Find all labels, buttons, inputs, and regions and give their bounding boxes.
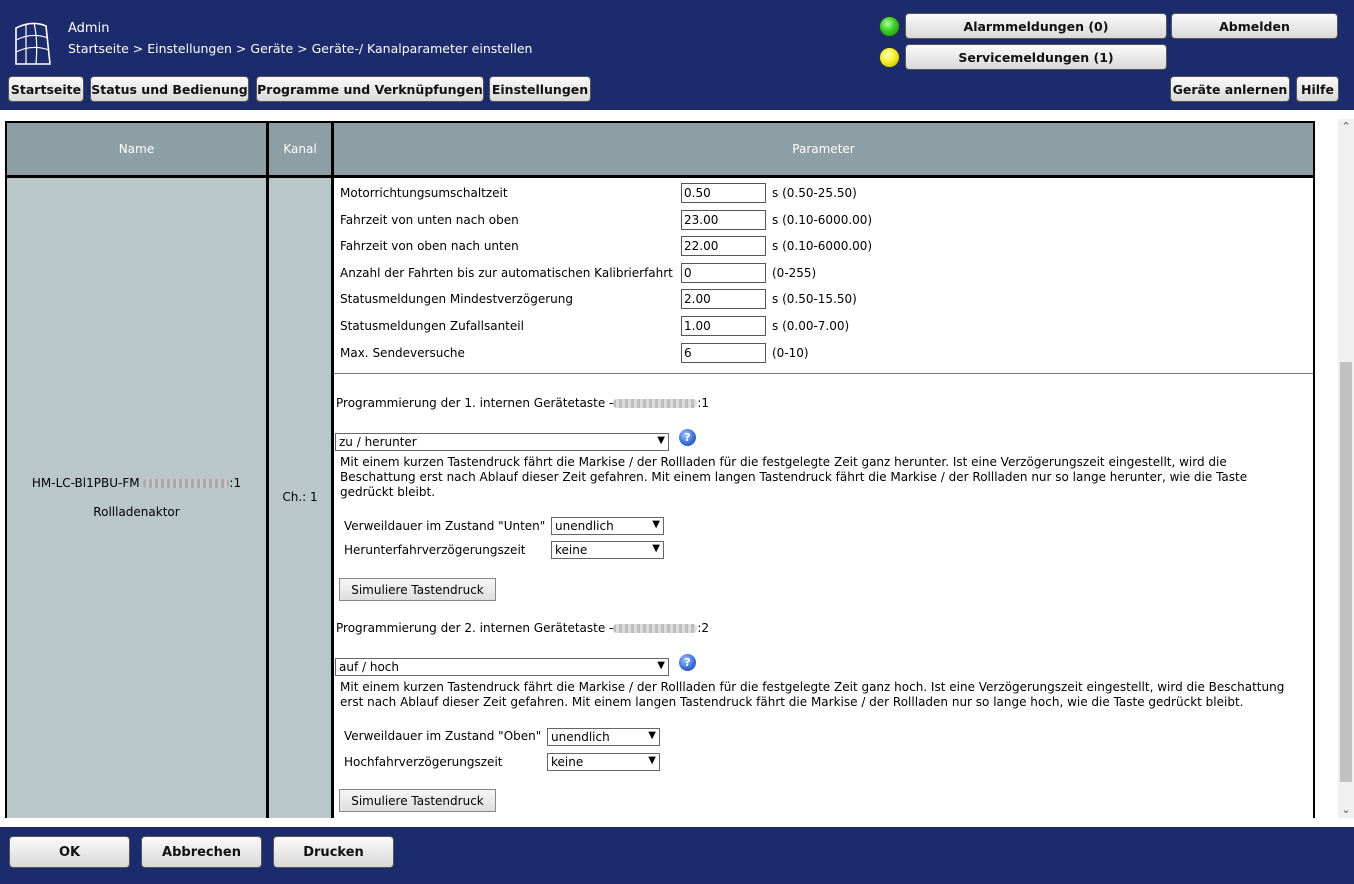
chevron-down-icon: ▼ — [657, 660, 665, 671]
chevron-down-icon: ▼ — [652, 519, 660, 530]
key2-title: Programmierung der 2. internen Gerätetas… — [336, 621, 710, 635]
nav-settings-button[interactable]: Einstellungen — [489, 76, 591, 102]
max-send-attempts-input[interactable] — [681, 343, 766, 363]
param-label: Statusmeldungen Mindestverzögerung — [340, 292, 573, 306]
breadcrumb: Startseite > Einstellungen > Geräte > Ge… — [68, 41, 533, 56]
nav-status-button[interactable]: Status und Bedienung — [90, 76, 249, 102]
header: Admin Startseite > Einstellungen > Gerät… — [0, 0, 1354, 110]
scroll-thumb[interactable] — [1340, 362, 1352, 782]
user-name: Admin — [68, 21, 110, 36]
vertical-scrollbar[interactable]: ⌃ ⌄ — [1338, 119, 1354, 818]
print-button[interactable]: Drucken — [273, 836, 394, 868]
param-unit: s (0.50-15.50) — [772, 292, 857, 306]
header-separator — [0, 110, 1354, 119]
key2-dwell-select[interactable]: unendlich ▼ — [547, 728, 660, 746]
alarm-messages-button[interactable]: Alarmmeldungen (0) — [905, 13, 1167, 39]
key1-simulate-button[interactable]: Simuliere Tastendruck — [339, 578, 496, 601]
chevron-down-icon: ▼ — [652, 543, 660, 554]
scroll-up-icon[interactable]: ⌃ — [1338, 119, 1354, 135]
column-header-channel: Kanal — [269, 123, 331, 175]
key2-mode-select[interactable]: auf / hoch ▼ — [335, 658, 669, 676]
key2-description: Mit einem kurzen Tastendruck fährt die M… — [340, 680, 1285, 709]
nav-home-button[interactable]: Startseite — [8, 76, 84, 102]
device-model: HM-LC-Bl1PBU-FM — [31, 476, 140, 490]
key2-dwell-label: Verweildauer im Zustand "Oben" — [344, 729, 542, 743]
key1-dwell-label: Verweildauer im Zustand "Unten" — [344, 519, 546, 533]
param-label: Motorrichtungsumschaltzeit — [340, 186, 508, 200]
param-unit: s (0.10-6000.00) — [772, 213, 873, 227]
cancel-button[interactable]: Abbrechen — [141, 836, 262, 868]
help-button[interactable]: Hilfe — [1296, 76, 1339, 102]
device-type: Rollladenaktor — [93, 505, 180, 519]
param-unit: (0-10) — [772, 346, 809, 360]
scroll-down-icon[interactable]: ⌄ — [1338, 802, 1354, 818]
travel-time-down-input[interactable] — [681, 236, 766, 256]
param-unit: s (0.00-7.00) — [772, 319, 850, 333]
parameter-table: Name Kanal Parameter HM-LC-Bl1PBU-FM :1 … — [5, 121, 1315, 818]
channel-cell: Ch.: 1 — [269, 178, 331, 818]
help-icon[interactable]: ? — [679, 654, 696, 671]
status-min-delay-input[interactable] — [681, 289, 766, 309]
content-area: Name Kanal Parameter HM-LC-Bl1PBU-FM :1 … — [0, 119, 1338, 818]
key1-title: Programmierung der 1. internen Gerätetas… — [336, 396, 710, 410]
travel-time-up-input[interactable] — [681, 210, 766, 230]
param-unit: (0-255) — [772, 266, 817, 280]
motor-switch-time-input[interactable] — [681, 183, 766, 203]
redacted-serial — [613, 399, 698, 408]
param-label: Anzahl der Fahrten bis zur automatischen… — [340, 266, 673, 280]
service-messages-button[interactable]: Servicemeldungen (1) — [905, 44, 1167, 70]
param-label: Fahrzeit von oben nach unten — [340, 239, 519, 253]
device-name-cell: HM-LC-Bl1PBU-FM :1 Rollladenaktor — [7, 178, 266, 818]
redacted-serial — [143, 479, 230, 488]
chevron-down-icon: ▼ — [648, 730, 656, 741]
key1-dwell-select[interactable]: unendlich ▼ — [551, 517, 664, 535]
key1-delay-select[interactable]: keine ▼ — [551, 541, 664, 559]
param-label: Max. Sendeversuche — [340, 346, 465, 360]
section-divider — [334, 373, 1313, 374]
device-channel-suffix: :1 — [229, 476, 242, 490]
redacted-serial — [613, 624, 698, 633]
calibration-runs-input[interactable] — [681, 263, 766, 283]
status-random-input[interactable] — [681, 316, 766, 336]
key1-mode-select[interactable]: zu / herunter ▼ — [335, 433, 669, 451]
learn-devices-button[interactable]: Geräte anlernen — [1170, 76, 1290, 102]
param-label: Fahrzeit von unten nach oben — [340, 213, 519, 227]
footer: OK Abbrechen Drucken — [0, 827, 1354, 884]
help-icon[interactable]: ? — [679, 429, 696, 446]
param-unit: s (0.50-25.50) — [772, 186, 857, 200]
logo-icon — [15, 22, 51, 65]
key2-delay-select[interactable]: keine ▼ — [547, 753, 660, 771]
channel-value: Ch.: 1 — [282, 490, 318, 504]
device-name: HM-LC-Bl1PBU-FM :1 — [7, 476, 266, 490]
param-label: Statusmeldungen Zufallsanteil — [340, 319, 524, 333]
service-status-led-icon — [879, 47, 900, 68]
key1-delay-label: Herunterfahrverzögerungszeit — [344, 543, 526, 557]
footer-separator — [0, 818, 1354, 827]
parameter-cell: Motorrichtungsumschaltzeit s (0.50-25.50… — [334, 178, 1313, 818]
column-header-name: Name — [7, 123, 266, 175]
key2-delay-label: Hochfahrverzögerungszeit — [344, 755, 503, 769]
chevron-down-icon: ▼ — [648, 755, 656, 766]
param-unit: s (0.10-6000.00) — [772, 239, 873, 253]
logout-button[interactable]: Abmelden — [1171, 13, 1338, 39]
column-header-parameter: Parameter — [334, 123, 1313, 175]
key2-simulate-button[interactable]: Simuliere Tastendruck — [339, 789, 496, 812]
key1-description: Mit einem kurzen Tastendruck fährt die M… — [340, 455, 1248, 499]
chevron-down-icon: ▼ — [657, 435, 665, 446]
ok-button[interactable]: OK — [9, 836, 130, 868]
alarm-status-led-icon — [879, 16, 900, 37]
nav-programs-button[interactable]: Programme und Verknüpfungen — [256, 76, 484, 102]
